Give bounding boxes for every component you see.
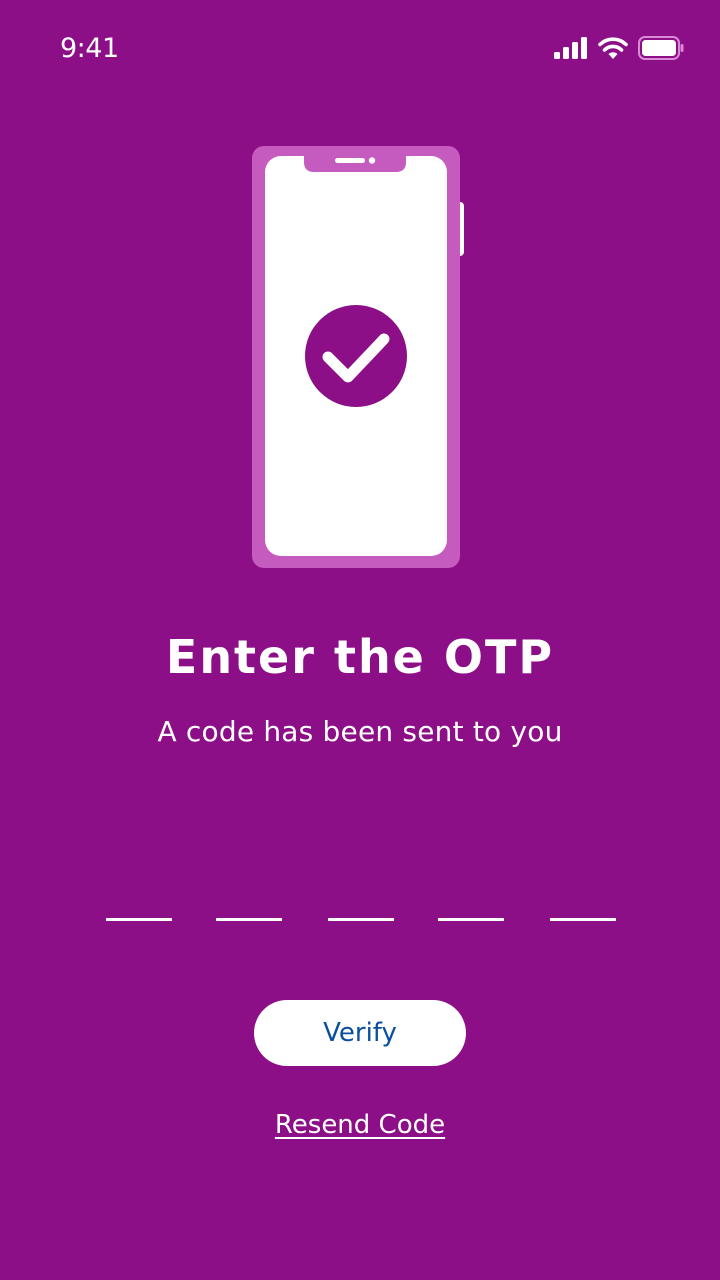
- otp-digit-5[interactable]: [550, 880, 616, 921]
- page-title: Enter the OTP: [165, 630, 555, 684]
- cellular-signal-icon: [554, 37, 588, 59]
- battery-icon: [638, 36, 684, 60]
- otp-input-group: [106, 880, 616, 921]
- otp-digit-2[interactable]: [216, 880, 282, 921]
- otp-digit-4[interactable]: [438, 880, 504, 921]
- wifi-icon: [598, 37, 628, 59]
- status-time: 9:41: [60, 33, 119, 64]
- verify-button[interactable]: Verify: [254, 1000, 466, 1066]
- otp-digit-1[interactable]: [106, 880, 172, 921]
- page-subtitle: A code has been sent to you: [157, 715, 563, 748]
- resend-code-link[interactable]: Resend Code: [0, 1110, 720, 1140]
- status-bar: 9:41: [0, 0, 720, 100]
- phone-check-icon: [252, 146, 464, 568]
- phone-check-illustration: [248, 142, 468, 572]
- status-icons: [554, 36, 684, 60]
- otp-digit-3[interactable]: [328, 880, 394, 921]
